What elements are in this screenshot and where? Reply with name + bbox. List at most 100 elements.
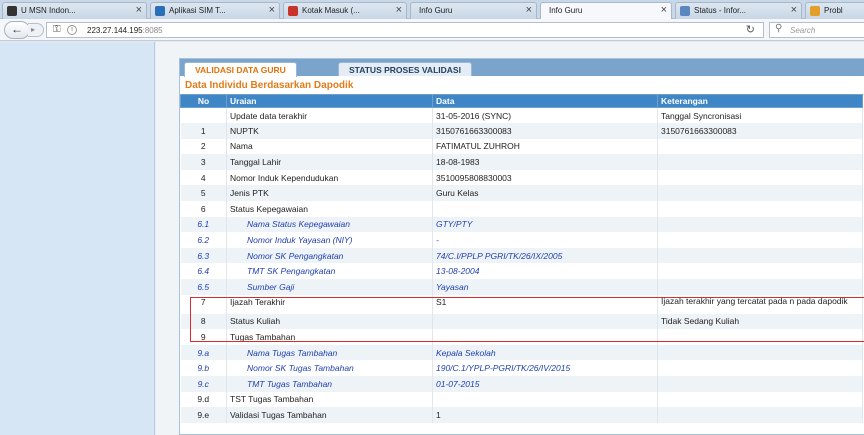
cell-keterangan	[657, 154, 863, 170]
table-row: 6.5 Sumber Gaji Yayasan	[180, 279, 863, 295]
browser-tab-label: Status - Infor...	[694, 6, 747, 15]
cell-data: 3150761663300083	[432, 123, 658, 139]
cell-keterangan	[657, 216, 863, 233]
cell-data: Kepala Sekolah	[432, 344, 658, 361]
tab-status-proses-validasi[interactable]: STATUS PROSES VALIDASI	[338, 62, 472, 76]
cell-keterangan: Tanggal Syncronisasi	[657, 107, 863, 124]
browser-tab[interactable]: Info Guru ×	[540, 2, 672, 20]
table-row: 9.c TMT Tugas Tambahan 01-07-2015	[180, 376, 863, 392]
key-icon: ⚿	[53, 24, 61, 35]
close-tab-icon[interactable]: ×	[661, 4, 667, 16]
browser-tab-label: Probl	[824, 6, 843, 15]
search-input[interactable]: ⚲ Search	[769, 22, 864, 38]
cell-data	[432, 201, 658, 217]
cell-uraian: NUPTK	[226, 123, 433, 139]
browser-nav-bar: ← ▸ ⚿ i 223.27.144.195:8085 ↻ ⚲ Search	[0, 19, 864, 41]
cell-no: 9.c	[180, 376, 227, 392]
back-arrow-icon[interactable]: ←	[4, 21, 30, 39]
table-row: 9.e Validasi Tugas Tambahan 1	[180, 407, 863, 423]
table-row: 6.1 Nama Status Kepegawaian GTY/PTY	[180, 216, 863, 233]
table-row: 9.d TST Tugas Tambahan	[180, 391, 863, 408]
cell-keterangan	[657, 169, 863, 186]
cell-no: 8	[180, 313, 227, 330]
forward-arrow-icon[interactable]: ▸	[28, 23, 44, 37]
browser-tab[interactable]: Info Guru ×	[410, 2, 537, 19]
close-tab-icon[interactable]: ×	[269, 4, 275, 16]
cell-no: 9.e	[180, 407, 227, 423]
cell-no: 6.4	[180, 263, 227, 280]
panel-tab-bar: VALIDASI DATA GURU STATUS PROSES VALIDAS…	[180, 59, 864, 77]
cell-no: 6	[180, 201, 227, 217]
left-sidebar	[0, 42, 155, 435]
cell-keterangan	[657, 360, 863, 376]
cell-keterangan	[657, 329, 863, 345]
favicon-icon	[288, 6, 298, 16]
cell-uraian: Tugas Tambahan	[226, 329, 433, 345]
browser-tab[interactable]: Status - Infor... ×	[675, 2, 802, 19]
close-tab-icon[interactable]: ×	[136, 4, 142, 16]
table-row: 3 Tanggal Lahir 18-08-1983	[180, 154, 863, 170]
cell-no: 6.5	[180, 279, 227, 295]
cell-no: 9.b	[180, 360, 227, 376]
cell-data: 74/C.I/PPLP PGRI/TK/26/IX/2005	[432, 247, 658, 264]
cell-data: S1	[432, 294, 658, 314]
cell-uraian: Nama Tugas Tambahan	[226, 344, 433, 361]
table-row: 4 Nomor Induk Kependudukan 351009580883000…	[180, 169, 863, 186]
column-header-data: Data	[432, 94, 658, 108]
cell-no: 1	[180, 123, 227, 139]
cell-keterangan	[657, 185, 863, 202]
cell-data: 1	[432, 407, 658, 423]
cell-data: GTY/PTY	[432, 216, 658, 233]
table-row: 6.2 Nomor Induk Yayasan (NIY) -	[180, 232, 863, 248]
cell-uraian: Validasi Tugas Tambahan	[226, 407, 433, 423]
cell-uraian: Nama	[226, 138, 433, 155]
browser-tab[interactable]: Kotak Masuk (... ×	[283, 2, 407, 19]
close-tab-icon[interactable]: ×	[396, 4, 402, 16]
close-tab-icon[interactable]: ×	[791, 4, 797, 16]
tab-validasi-data-guru[interactable]: VALIDASI DATA GURU	[184, 62, 297, 77]
address-bar[interactable]: ⚿ i 223.27.144.195:8085 ↻	[46, 22, 764, 38]
favicon-icon	[810, 6, 820, 16]
reload-icon[interactable]: ↻	[746, 23, 755, 36]
table-row: 8 Status Kuliah Tidak Sedang Kuliah	[180, 313, 863, 330]
cell-uraian: TMT Tugas Tambahan	[226, 376, 433, 392]
table-row: 9.b Nomor SK Tugas Tambahan 190/C.1/YPLP-P…	[180, 360, 863, 376]
search-icon: ⚲	[775, 23, 783, 34]
cell-no: 9	[180, 329, 227, 345]
cell-no: 6.1	[180, 216, 227, 233]
url-port: :8085	[142, 26, 163, 35]
browser-tab-label: U MSN Indon...	[21, 6, 76, 15]
table-row: 6.3 Nomor SK Pengangkatan 74/C.I/PPLP PGRI…	[180, 247, 863, 264]
cell-no: 7	[180, 294, 227, 314]
info-icon[interactable]: i	[67, 25, 77, 35]
browser-tab-label: Info Guru	[549, 6, 583, 15]
cell-no: 3	[180, 154, 227, 170]
browser-tab[interactable]: Aplikasi SIM T... ×	[150, 2, 280, 19]
cell-data	[432, 391, 658, 408]
cell-uraian: Update data terakhir	[226, 107, 433, 124]
search-placeholder: Search	[790, 26, 816, 35]
cell-data	[432, 313, 658, 330]
cell-data: Guru Kelas	[432, 185, 658, 202]
close-tab-icon[interactable]: ×	[526, 4, 532, 16]
cell-no: 6.2	[180, 232, 227, 248]
cell-data: Yayasan	[432, 279, 658, 295]
browser-tab-label: Aplikasi SIM T...	[169, 6, 226, 15]
browser-tab[interactable]: U MSN Indon... ×	[2, 2, 147, 19]
cell-data: 3510095808830003	[432, 169, 658, 186]
browser-tab-label: Info Guru	[419, 6, 453, 15]
cell-data	[432, 329, 658, 345]
cell-uraian: Ijazah Terakhir	[226, 294, 433, 314]
favicon-icon	[680, 6, 690, 16]
cell-keterangan	[657, 138, 863, 155]
browser-tab-label: Kotak Masuk (...	[302, 6, 360, 15]
dapodik-table: No Uraian Data Keterangan Update data te…	[180, 94, 863, 423]
table-row: 6 Status Kepegawaian	[180, 201, 863, 217]
cell-uraian: Nomor SK Tugas Tambahan	[226, 360, 433, 376]
table-row: 9.a Nama Tugas Tambahan Kepala Sekolah	[180, 344, 863, 361]
column-header-uraian: Uraian	[226, 94, 433, 108]
browser-tab[interactable]: Probl	[805, 2, 864, 19]
cell-keterangan: Ijazah terakhir yang tercatat pada n pad…	[657, 294, 863, 314]
cell-keterangan	[657, 376, 863, 392]
cell-uraian: Nama Status Kepegawaian	[226, 216, 433, 233]
